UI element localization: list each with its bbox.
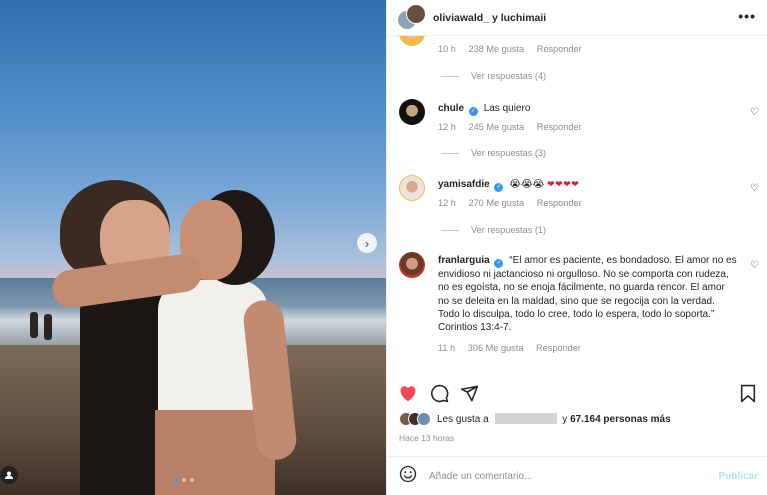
add-comment-bar: Añade un comentario... Publicar <box>387 456 767 495</box>
photo-background-person <box>30 312 38 338</box>
publish-button[interactable]: Publicar <box>719 471 758 482</box>
comment-time: 11 h <box>438 343 456 353</box>
red-heart-emoji: ❤❤❤❤ <box>547 179 580 189</box>
comments-list[interactable]: 10 h 238 Me gusta Responder Ver respuest… <box>387 36 767 374</box>
comment-likes[interactable]: 270 Me gusta <box>468 198 524 208</box>
comment-meta: 12 h 270 Me gusta Responder <box>438 198 582 208</box>
comment-username[interactable]: franlarguia <box>438 255 490 266</box>
reply-button[interactable]: Responder <box>537 44 582 54</box>
comment-time: 10 h <box>438 44 456 54</box>
avatar[interactable] <box>399 36 425 46</box>
likes-count[interactable]: 67.164 personas más <box>570 414 671 425</box>
carousel-dot <box>190 478 194 482</box>
divider <box>441 75 459 77</box>
reply-button[interactable]: Responder <box>537 198 582 208</box>
post-side-panel: oliviawald_ y luchimaii ••• 10 h 238 Me … <box>386 0 767 495</box>
photo-background-person <box>44 314 52 340</box>
view-replies-label: Ver respuestas (4) <box>471 71 547 81</box>
likes-prefix: Les gusta a <box>437 414 489 425</box>
blurred-username <box>494 413 557 424</box>
bookmark-icon[interactable] <box>740 384 756 408</box>
avatar[interactable] <box>399 175 425 201</box>
comment-like-heart-icon[interactable]: ♡ <box>750 260 759 271</box>
post-photo[interactable]: › <box>0 0 386 495</box>
comment-text: Las quiero <box>483 103 531 114</box>
comment-body: franlarguia ✓ “El amor es paciente, es b… <box>438 254 738 334</box>
avatar[interactable] <box>399 252 425 278</box>
view-replies-button[interactable]: Ver respuestas (1) <box>441 225 546 235</box>
view-replies-label: Ver respuestas (1) <box>471 225 547 235</box>
crying-face-emoji: 😭😭😭 <box>509 179 545 190</box>
comment-likes[interactable]: 238 Me gusta <box>468 44 524 54</box>
share-paper-plane-icon[interactable] <box>460 384 479 408</box>
comment-like-heart-icon[interactable]: ♡ <box>750 107 759 118</box>
likes-connector: y <box>562 414 568 425</box>
divider <box>441 229 459 231</box>
like-heart-icon[interactable] <box>398 384 418 407</box>
comment-meta: 11 h 306 Me gusta Responder <box>438 343 581 353</box>
tagged-user-icon[interactable] <box>0 466 18 484</box>
instagram-post-view: › oliviawald_ y luchimaii ••• 10 h 238 M… <box>0 0 767 495</box>
comment-input[interactable]: Añade un comentario... <box>429 471 532 482</box>
carousel-dot-active <box>174 478 178 482</box>
comment-body: yamisafdie ✓ 😭😭😭 ❤❤❤❤ <box>438 178 738 192</box>
view-replies-label: Ver respuestas (3) <box>471 148 547 158</box>
likes-text: Les gusta a y 67.164 personas más <box>437 413 671 425</box>
comment-username[interactable]: chule <box>438 103 464 114</box>
likes-summary[interactable]: Les gusta a y 67.164 personas más <box>399 412 671 426</box>
comment-icon[interactable] <box>430 384 449 408</box>
comment-time: 12 h <box>438 198 456 208</box>
comment-meta: 12 h 245 Me gusta Responder <box>438 122 582 132</box>
comment-text: “El amor es paciente, es bondadoso. El a… <box>438 255 737 334</box>
comment-body: chule ✓ Las quiero <box>438 102 738 116</box>
post-timestamp[interactable]: Hace 13 horas <box>399 433 454 443</box>
carousel-indicator <box>174 478 194 482</box>
carousel-dot <box>182 478 186 482</box>
carousel-next-button[interactable]: › <box>357 233 377 253</box>
post-actions <box>387 380 767 410</box>
view-replies-button[interactable]: Ver respuestas (4) <box>441 71 546 81</box>
post-header: oliviawald_ y luchimaii ••• <box>387 0 767 36</box>
comment-likes[interactable]: 306 Me gusta <box>468 343 524 353</box>
avatar[interactable] <box>399 99 425 125</box>
comment-like-heart-icon[interactable]: ♡ <box>750 183 759 194</box>
post-authors[interactable]: oliviawald_ y luchimaii <box>433 12 546 24</box>
more-options-icon[interactable]: ••• <box>738 8 756 24</box>
comment-time: 12 h <box>438 122 456 132</box>
avatar <box>406 3 426 24</box>
verified-badge-icon: ✓ <box>494 259 504 268</box>
comment-likes[interactable]: 245 Me gusta <box>468 122 524 132</box>
view-replies-button[interactable]: Ver respuestas (3) <box>441 148 546 158</box>
author-avatars[interactable] <box>397 3 426 32</box>
comment-username[interactable]: yamisafdie <box>438 179 490 190</box>
divider <box>441 152 459 154</box>
emoji-picker-icon[interactable] <box>399 465 417 488</box>
chevron-right-icon: › <box>364 235 370 251</box>
verified-badge-icon: ✓ <box>494 183 504 192</box>
comment-meta: 10 h 238 Me gusta Responder <box>438 44 582 54</box>
reply-button[interactable]: Responder <box>536 343 581 353</box>
avatar <box>417 412 431 426</box>
verified-badge-icon: ✓ <box>468 107 478 116</box>
reply-button[interactable]: Responder <box>537 122 582 132</box>
